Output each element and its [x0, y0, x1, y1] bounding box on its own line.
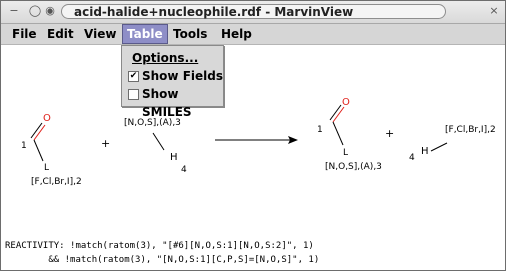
reactivity-line-1: REACTIVITY: !match(ratom(3), "[#6][N,O,S…: [5, 241, 314, 251]
window-menu-icon[interactable]: ◉: [43, 4, 57, 18]
checkbox-checked-icon[interactable]: ✔: [128, 71, 139, 82]
menu-item-show-smiles[interactable]: Show SMILES: [122, 85, 223, 119]
menu-item-options[interactable]: Options...: [122, 49, 223, 67]
menu-help[interactable]: Help: [221, 24, 252, 44]
map-number-4-byproduct: 4: [409, 153, 415, 163]
map-number-1-right: 1: [317, 125, 323, 135]
map-number-4-nucleophile: 4: [181, 165, 187, 175]
minimize-icon[interactable]: −: [7, 4, 21, 18]
menu-bar: File Edit View Table Tools Help: [1, 24, 505, 45]
plus-sign-right: +: [385, 127, 395, 140]
menu-view[interactable]: View: [84, 24, 116, 44]
menu-tools[interactable]: Tools: [173, 24, 207, 44]
close-icon[interactable]: ×: [487, 4, 501, 18]
atom-h-nucleophile: H: [170, 152, 178, 163]
maximize-icon[interactable]: ◯: [28, 4, 42, 18]
nucleophile-label-right: [N,O,S],(A),3: [325, 162, 382, 172]
atom-oxygen-right: O: [342, 97, 350, 108]
map-number-1-left: 1: [21, 141, 27, 151]
menu-table[interactable]: Table: [122, 24, 168, 44]
atom-oxygen-left: O: [43, 113, 51, 124]
molecule-canvas[interactable]: O 1 L [F,Cl,Br,I],2 + [N,O,S],(A),3 H 4 …: [1, 45, 505, 270]
menu-item-show-fields[interactable]: ✔ Show Fields: [122, 67, 223, 85]
halide-label-left: [F,Cl,Br,I],2: [31, 177, 82, 187]
menu-file[interactable]: File: [12, 24, 37, 44]
plus-sign-left: +: [101, 137, 111, 150]
window-title: acid-halide+nucleophile.rdf - MarvinView: [61, 4, 446, 19]
atom-h-byproduct: H: [421, 146, 429, 157]
table-menu-dropdown: Options... ✔ Show Fields Show SMILES: [121, 45, 224, 119]
reaction-drawing: [30, 104, 448, 162]
title-bar: − ◯ ◉ acid-halide+nucleophile.rdf - Marv…: [1, 1, 505, 24]
checkbox-unchecked-icon[interactable]: [128, 89, 139, 100]
menu-edit[interactable]: Edit: [47, 24, 74, 44]
halide-label-byproduct: [F,Cl,Br,I],2: [445, 125, 496, 135]
atom-l-right: L: [343, 148, 349, 158]
marvinview-window: − ◯ ◉ acid-halide+nucleophile.rdf - Marv…: [0, 0, 506, 271]
reactivity-line-2: && !match(ratom(3), "[N,O,S:1][C,P,S]=[N…: [5, 255, 320, 265]
atom-l-left: L: [44, 163, 50, 173]
